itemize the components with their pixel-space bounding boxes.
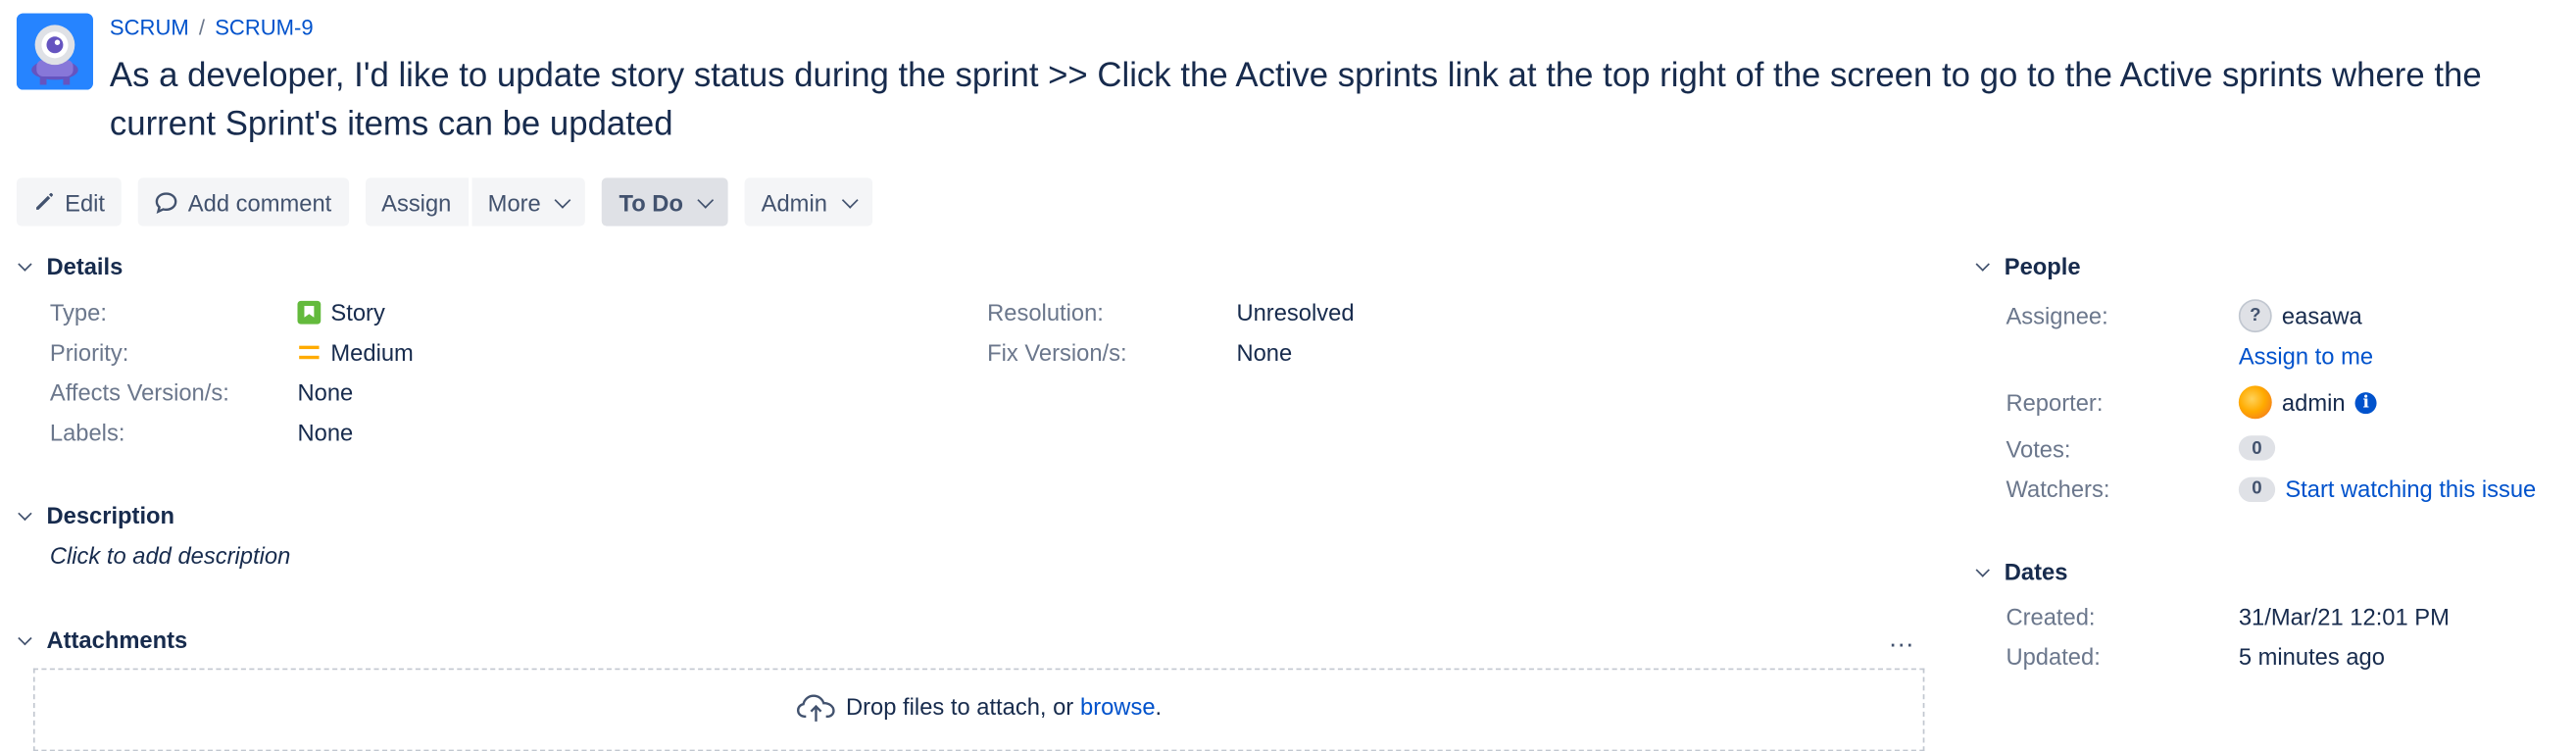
- votes-label: Votes:: [2006, 435, 2071, 463]
- assignee-name: easawa: [2281, 302, 2362, 329]
- watchers-value: 0 Start watching this issue: [2238, 476, 2536, 502]
- type-value: Story: [297, 299, 385, 326]
- add-comment-label: Add comment: [187, 188, 332, 216]
- comment-icon: [155, 191, 177, 214]
- attachments-more-icon[interactable]: …: [1888, 626, 1916, 656]
- breadcrumb-issue-link[interactable]: SCRUM-9: [215, 15, 313, 39]
- watchers-label: Watchers:: [2006, 475, 2110, 503]
- start-watching-link[interactable]: Start watching this issue: [2285, 476, 2536, 502]
- pencil-icon: [36, 192, 54, 210]
- project-avatar-icon[interactable]: [16, 13, 93, 90]
- details-section-toggle[interactable]: Details: [17, 253, 123, 279]
- updated-label: Updated:: [2006, 643, 2101, 671]
- labels-value[interactable]: None: [297, 419, 353, 445]
- attachment-dropzone[interactable]: Drop files to attach, or browse.: [32, 668, 1925, 751]
- affects-versions-label: Affects Version/s:: [49, 378, 229, 406]
- updated-value: 5 minutes ago: [2238, 643, 2385, 671]
- assignee-value[interactable]: ? easawa: [2238, 299, 2362, 333]
- browse-link[interactable]: browse: [1080, 693, 1156, 720]
- chevron-down-icon: [841, 191, 859, 208]
- more-button[interactable]: More: [471, 177, 586, 226]
- cloud-upload-icon: [796, 694, 835, 722]
- reporter-value[interactable]: admin i: [2238, 385, 2377, 420]
- attachments-heading: Attachments: [46, 626, 188, 654]
- reporter-avatar: [2238, 385, 2272, 420]
- type-text: Story: [330, 299, 385, 326]
- people-section-toggle[interactable]: People: [1974, 252, 2081, 279]
- admin-label: Admin: [761, 188, 827, 216]
- resolution-value: Unresolved: [1236, 299, 1355, 326]
- admin-button[interactable]: Admin: [744, 177, 872, 226]
- created-value: 31/Mar/21 12:01 PM: [2238, 603, 2450, 630]
- issue-toolbar: Edit Add comment Assign More To Do Admin: [16, 177, 889, 226]
- priority-label: Priority:: [49, 338, 129, 367]
- breadcrumb-project-link[interactable]: SCRUM: [110, 15, 189, 39]
- more-label: More: [487, 188, 541, 216]
- issue-summary[interactable]: As a developer, I'd like to update story…: [110, 52, 2552, 148]
- description-section-toggle[interactable]: Description: [17, 502, 174, 528]
- priority-medium-icon: [299, 345, 320, 360]
- labels-label: Labels:: [49, 419, 125, 446]
- chevron-down-icon: [18, 256, 32, 271]
- breadcrumb: SCRUM / SCRUM-9: [110, 15, 314, 39]
- dates-heading: Dates: [2004, 558, 2068, 585]
- votes-count: 0: [2238, 435, 2276, 461]
- chevron-down-icon: [1975, 256, 1990, 271]
- status-label: To Do: [619, 188, 683, 216]
- people-heading: People: [2004, 252, 2081, 279]
- info-icon[interactable]: i: [2354, 391, 2377, 414]
- votes-value[interactable]: 0: [2238, 435, 2276, 461]
- chevron-down-icon: [1975, 562, 1990, 576]
- drop-text: Drop files to attach, or: [846, 693, 1074, 721]
- edit-label: Edit: [65, 188, 106, 216]
- priority-value: Medium: [297, 338, 414, 367]
- assign-button[interactable]: Assign: [365, 177, 469, 226]
- description-heading: Description: [46, 502, 175, 529]
- created-label: Created:: [2006, 603, 2096, 630]
- edit-button[interactable]: Edit: [16, 177, 122, 226]
- reporter-label: Reporter:: [2006, 388, 2104, 416]
- fix-versions-value: None: [1236, 338, 1293, 367]
- type-label: Type:: [49, 299, 107, 326]
- assignee-label: Assignee:: [2006, 302, 2108, 329]
- chevron-down-icon: [555, 191, 572, 208]
- assignee-avatar: ?: [2238, 299, 2272, 333]
- affects-versions-value: None: [297, 378, 354, 406]
- story-icon: [297, 300, 322, 325]
- attachments-section-toggle[interactable]: Attachments: [17, 626, 187, 653]
- description-placeholder[interactable]: Click to add description: [50, 542, 290, 569]
- browse-period: .: [1155, 693, 1163, 721]
- details-heading: Details: [46, 252, 124, 279]
- priority-text: Medium: [330, 338, 414, 367]
- watchers-count[interactable]: 0: [2238, 476, 2276, 502]
- chevron-down-icon: [18, 630, 32, 645]
- breadcrumb-separator: /: [198, 15, 206, 40]
- resolution-label: Resolution:: [987, 299, 1104, 326]
- assign-to-me-link[interactable]: Assign to me: [2239, 342, 2373, 369]
- fix-versions-label: Fix Version/s:: [987, 338, 1127, 367]
- dates-section-toggle[interactable]: Dates: [1974, 559, 2067, 585]
- reporter-name: admin: [2281, 388, 2346, 416]
- chevron-down-icon: [697, 191, 715, 208]
- add-comment-button[interactable]: Add comment: [137, 177, 349, 226]
- status-transition-button[interactable]: To Do: [602, 177, 728, 226]
- chevron-down-icon: [18, 505, 32, 521]
